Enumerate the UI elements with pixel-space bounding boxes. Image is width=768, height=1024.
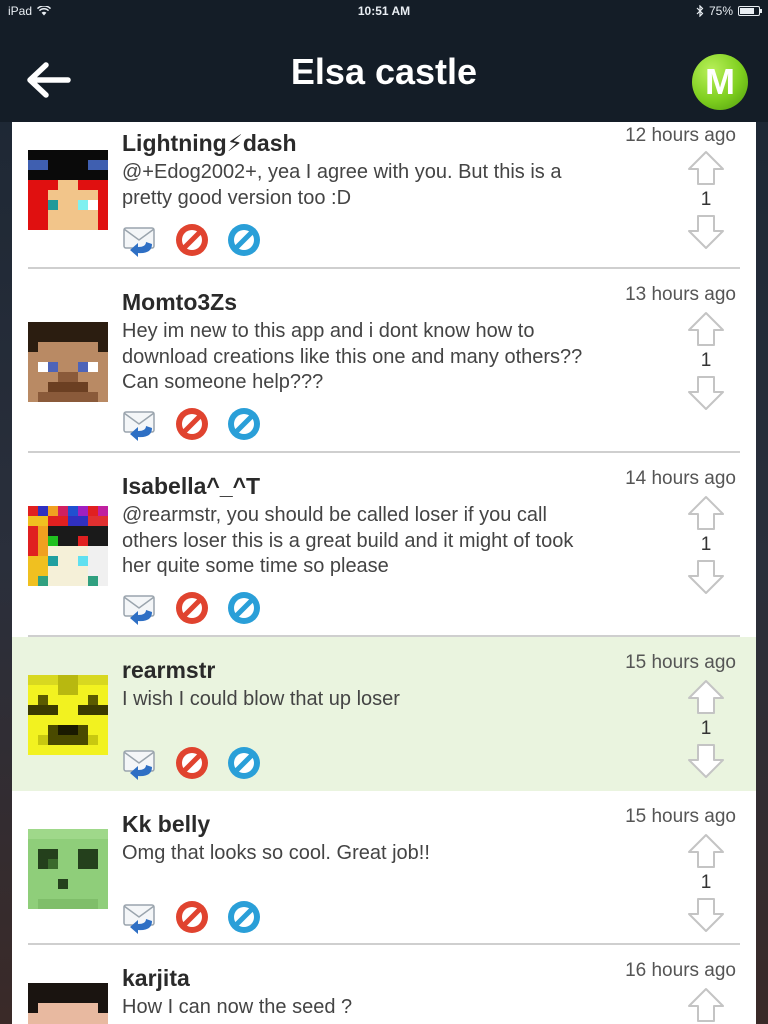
downvote-arrow-icon[interactable] <box>687 559 725 595</box>
device-label: iPad <box>8 4 33 18</box>
downvote-arrow-icon[interactable] <box>687 214 725 250</box>
comment-item: Lightning⚡dash 12 hours ago @+Edog2002+,… <box>12 122 756 269</box>
vote-widget: 1 <box>686 150 726 250</box>
wifi-icon <box>37 6 52 16</box>
comment-time: 13 hours ago <box>625 284 736 305</box>
comment-username[interactable]: karjita <box>122 965 190 992</box>
comment-actions <box>122 406 262 442</box>
comment-list[interactable]: Lightning⚡dash 12 hours ago @+Edog2002+,… <box>12 122 756 1024</box>
comment-actions <box>122 899 262 935</box>
comment-line: others loser this is a great build and i… <box>122 529 574 552</box>
battery-percent: 75% <box>708 4 733 18</box>
comment-text: I wish I could blow that up loser <box>122 687 642 713</box>
bluetooth-icon <box>696 5 704 17</box>
reply-icon[interactable] <box>122 406 158 442</box>
vote-count: 1 <box>700 534 712 555</box>
upvote-arrow-icon[interactable] <box>687 495 725 531</box>
block-icon[interactable] <box>174 590 210 626</box>
comment-item: Kk belly 15 hours ago Omg that looks so … <box>12 791 756 945</box>
comment-item: karjita 16 hours ago How I can now the s… <box>12 945 756 1024</box>
comment-line: How I can now the seed ? <box>122 996 353 1018</box>
downvote-arrow-icon[interactable] <box>687 743 725 779</box>
battery-icon <box>738 6 762 16</box>
vote-count: 1 <box>700 872 712 893</box>
nav-bar: Elsa castle M <box>0 22 768 122</box>
comment-time: 16 hours ago <box>625 960 736 981</box>
avatar[interactable] <box>28 506 108 586</box>
page-title: Elsa castle <box>290 51 478 92</box>
comment-username[interactable]: Kk belly <box>122 811 210 838</box>
comment-actions <box>122 590 262 626</box>
reply-icon[interactable] <box>122 222 158 258</box>
comment-username[interactable]: Isabella^_^T <box>122 473 260 500</box>
comment-item: Isabella^_^T 14 hours ago @rearmstr, you… <box>12 453 756 637</box>
reply-icon[interactable] <box>122 899 158 935</box>
edit-icon[interactable] <box>226 899 262 935</box>
reply-icon[interactable] <box>122 745 158 781</box>
upvote-arrow-icon[interactable] <box>687 987 725 1023</box>
edit-icon[interactable] <box>226 745 262 781</box>
comment-text: How I can now the seed ? <box>122 995 642 1021</box>
downvote-arrow-icon[interactable] <box>687 897 725 933</box>
app-logo-button[interactable]: M <box>692 54 748 110</box>
upvote-arrow-icon[interactable] <box>687 311 725 347</box>
comment-username[interactable]: rearmstr <box>122 657 215 684</box>
block-icon[interactable] <box>174 899 210 935</box>
comment-username[interactable]: Lightning⚡dash <box>122 130 297 157</box>
avatar[interactable] <box>28 322 108 402</box>
comment-item: Momto3Zs 13 hours ago Hey im new to this… <box>12 269 756 453</box>
comment-time: 15 hours ago <box>625 806 736 827</box>
avatar[interactable] <box>28 983 108 1024</box>
vote-widget: 1 <box>686 679 726 779</box>
block-icon[interactable] <box>174 406 210 442</box>
vote-count: 1 <box>700 718 712 739</box>
vote-widget: 1 <box>686 833 726 933</box>
logo-letter: M <box>705 61 735 102</box>
comment-line: Omg that looks so cool. Great job!! <box>122 842 430 864</box>
reply-icon[interactable] <box>122 590 158 626</box>
vote-widget: 1 <box>686 495 726 595</box>
back-arrow-icon[interactable] <box>24 60 72 100</box>
comment-line: her quite some time so please <box>122 555 389 577</box>
vote-widget <box>686 987 726 1023</box>
comment-line: @rearmstr, you should be called loser if… <box>122 504 547 526</box>
vote-count: 1 <box>700 189 712 210</box>
comment-time: 14 hours ago <box>625 468 736 489</box>
comment-line: pretty good version too :D <box>122 186 352 209</box>
comment-text: Hey im new to this app and i dont know h… <box>122 319 642 396</box>
upvote-arrow-icon[interactable] <box>687 679 725 715</box>
comment-username[interactable]: Momto3Zs <box>122 289 237 316</box>
upvote-arrow-icon[interactable] <box>687 833 725 869</box>
edit-icon[interactable] <box>226 222 262 258</box>
edit-icon[interactable] <box>226 590 262 626</box>
downvote-arrow-icon[interactable] <box>687 375 725 411</box>
comment-line: I wish I could blow that up loser <box>122 688 400 710</box>
comment-line: @+Edog2002+, yea I agree with you. But t… <box>122 161 562 183</box>
comment-item: rearmstr 15 hours ago I wish I could blo… <box>12 637 756 791</box>
comment-text: @rearmstr, you should be called loser if… <box>122 503 642 580</box>
edit-icon[interactable] <box>226 406 262 442</box>
avatar[interactable] <box>28 150 108 230</box>
status-bar: iPad 10:51 AM 75% <box>0 0 768 22</box>
vote-count: 1 <box>700 350 712 371</box>
comment-line: Can someone help??? <box>122 371 324 393</box>
avatar[interactable] <box>28 829 108 909</box>
comment-line: Hey im new to this app and i dont know h… <box>122 320 535 342</box>
comment-text: @+Edog2002+, yea I agree with you. But t… <box>122 160 642 211</box>
comment-time: 12 hours ago <box>625 125 736 146</box>
comment-actions <box>122 222 262 258</box>
block-icon[interactable] <box>174 745 210 781</box>
comment-text: Omg that looks so cool. Great job!! <box>122 841 642 867</box>
upvote-arrow-icon[interactable] <box>687 150 725 186</box>
avatar[interactable] <box>28 675 108 755</box>
vote-widget: 1 <box>686 311 726 411</box>
comment-time: 15 hours ago <box>625 652 736 673</box>
comment-line: download creations like this one and man… <box>122 345 583 368</box>
block-icon[interactable] <box>174 222 210 258</box>
comment-actions <box>122 745 262 781</box>
